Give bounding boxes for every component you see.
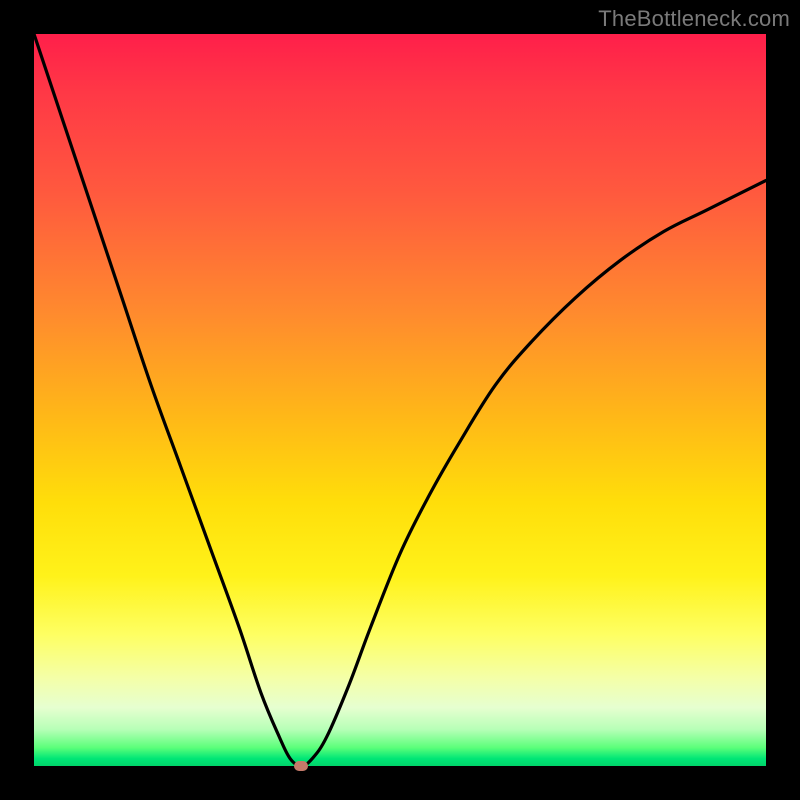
bottleneck-curve <box>34 34 766 766</box>
plot-area <box>34 34 766 766</box>
minimum-marker <box>294 761 308 771</box>
watermark-text: TheBottleneck.com <box>598 6 790 32</box>
chart-frame: TheBottleneck.com <box>0 0 800 800</box>
